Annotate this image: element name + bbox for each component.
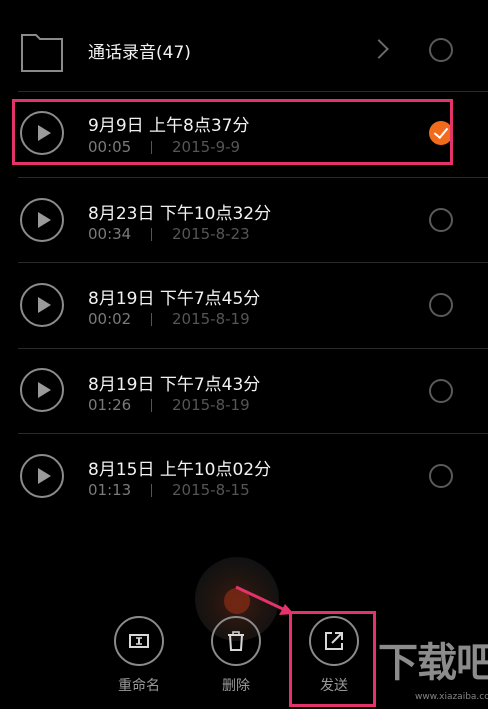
- screen: 通话录音(47) 9月9日 上午8点37分 00:05 2015-9-9 8月2…: [0, 0, 488, 709]
- recording-row[interactable]: 9月9日 上午8点37分 00:05 2015-9-9: [0, 91, 488, 177]
- recording-row[interactable]: 8月15日 上午10点02分 01:13 2015-8-15: [0, 433, 488, 519]
- recording-row[interactable]: 8月23日 下午10点32分 00:34 2015-8-23: [0, 177, 488, 263]
- separator: [151, 228, 152, 241]
- separator: [151, 313, 152, 326]
- play-icon[interactable]: [20, 283, 64, 327]
- recording-date: 2015-8-19: [172, 396, 250, 414]
- folder-row[interactable]: 通话录音(47): [0, 4, 488, 90]
- folder-radio[interactable]: [429, 38, 453, 62]
- rename-label: 重命名: [118, 678, 160, 694]
- recording-duration: 00:02: [88, 310, 132, 328]
- recording-duration: 00:05: [88, 138, 132, 156]
- row-radio[interactable]: [429, 293, 453, 317]
- recording-title: 8月15日 上午10点02分: [88, 460, 272, 480]
- separator: [151, 484, 152, 497]
- checkbox-checked-icon[interactable]: [429, 121, 453, 145]
- recording-duration: 00:34: [88, 225, 132, 243]
- row-radio[interactable]: [429, 464, 453, 488]
- recording-title: 8月23日 下午10点32分: [88, 204, 272, 224]
- watermark: 下载吧: [378, 640, 488, 686]
- recording-date: 2015-8-19: [172, 310, 250, 328]
- play-icon[interactable]: [20, 111, 64, 155]
- delete-label: 删除: [222, 678, 250, 694]
- recording-date: 2015-8-15: [172, 481, 250, 499]
- delete-button[interactable]: 删除: [208, 616, 264, 695]
- play-icon[interactable]: [20, 368, 64, 412]
- recording-title: 8月19日 下午7点43分: [88, 375, 261, 395]
- folder-label: 通话录音(47): [88, 43, 191, 63]
- share-icon: [309, 616, 359, 666]
- play-icon[interactable]: [20, 454, 64, 498]
- separator: [151, 141, 152, 154]
- row-radio[interactable]: [429, 208, 453, 232]
- record-dot-icon: [224, 588, 250, 614]
- folder-icon: [21, 34, 63, 72]
- watermark-url: www.xiazaiba.com: [415, 692, 488, 702]
- recording-date: 2015-8-23: [172, 225, 250, 243]
- rename-icon: [114, 616, 164, 666]
- trash-icon: [211, 616, 261, 666]
- recording-title: 9月9日 上午8点37分: [88, 116, 250, 136]
- recording-title: 8月19日 下午7点45分: [88, 289, 261, 309]
- recording-date: 2015-9-9: [172, 138, 241, 156]
- send-button[interactable]: 发送: [306, 616, 362, 695]
- chevron-right-icon[interactable]: [369, 39, 389, 59]
- send-label: 发送: [320, 678, 348, 694]
- play-icon[interactable]: [20, 198, 64, 242]
- recording-duration: 01:26: [88, 396, 132, 414]
- separator: [151, 399, 152, 412]
- recording-row[interactable]: 8月19日 下午7点45分 00:02 2015-8-19: [0, 262, 488, 348]
- recording-row[interactable]: 8月19日 下午7点43分 01:26 2015-8-19: [0, 348, 488, 434]
- rename-button[interactable]: 重命名: [111, 616, 167, 695]
- row-radio[interactable]: [429, 379, 453, 403]
- recording-duration: 01:13: [88, 481, 132, 499]
